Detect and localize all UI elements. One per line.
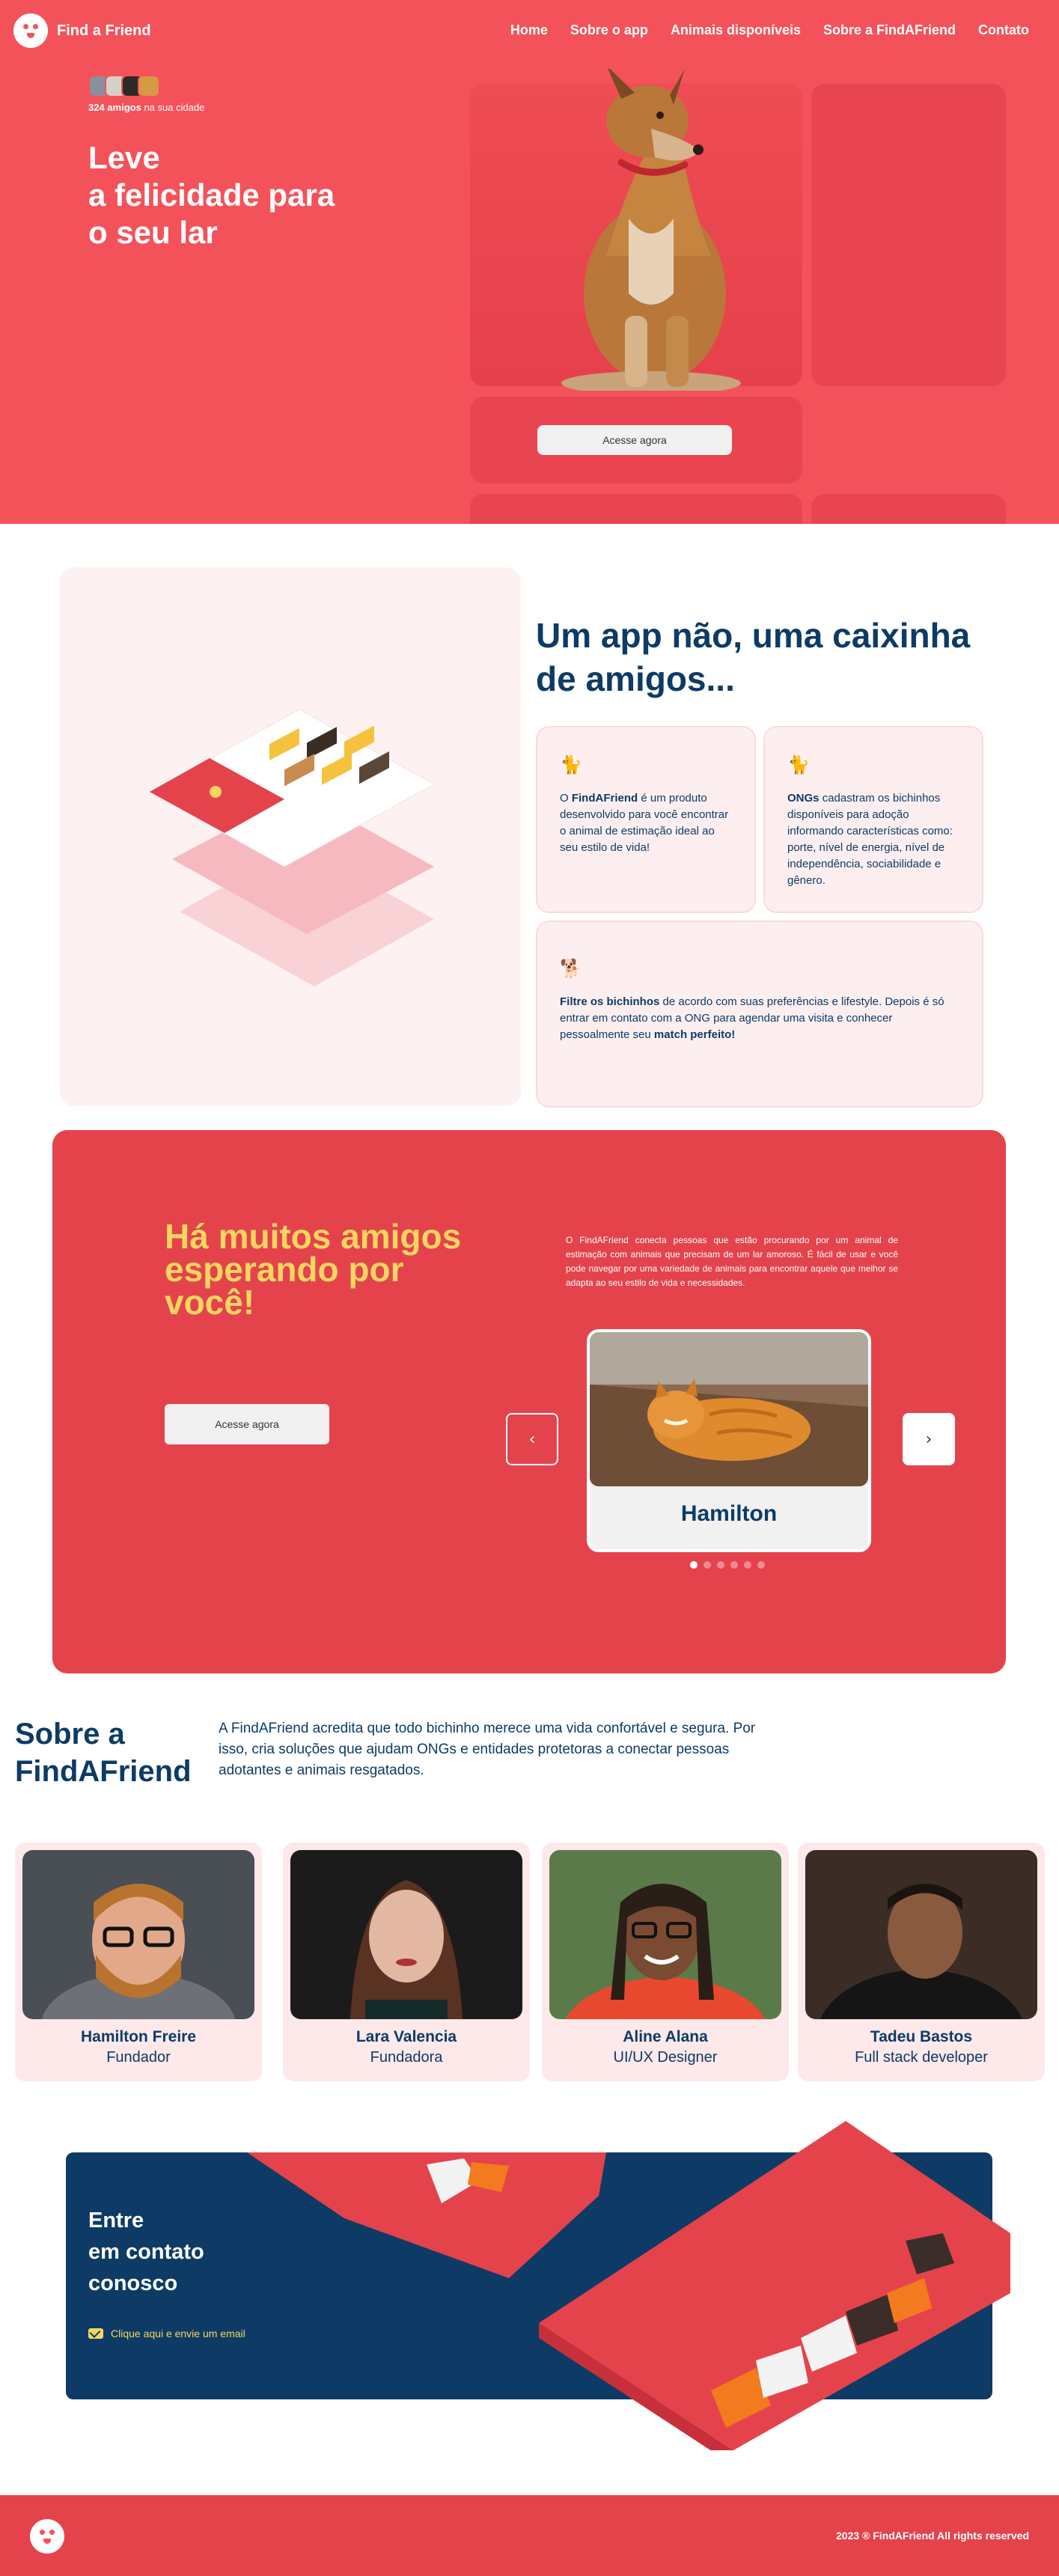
- email-contact-link[interactable]: Clique aqui e envie um email: [88, 2328, 245, 2340]
- member-name: Lara Valencia: [355, 2028, 457, 2045]
- main-nav: Home Sobre o app Animais disponíveis Sob…: [510, 22, 1029, 38]
- carousel-dot[interactable]: [690, 1561, 698, 1569]
- carousel-prev-button[interactable]: ‹: [506, 1413, 558, 1465]
- footer: 2023 ® FindAFriend All rights reserved: [0, 2495, 1059, 2576]
- info-card-ongs: 🐈 ONGs cadastram os bichinhos disponívei…: [763, 726, 983, 913]
- friends-description: O FindAFriend conecta pessoas que estão …: [566, 1235, 898, 1288]
- member-name: Tadeu Bastos: [870, 2028, 973, 2045]
- nav-sobre-findafriend[interactable]: Sobre a FindAFriend: [823, 22, 956, 38]
- team-member-card: Tadeu Bastos Full stack developer: [798, 1843, 1045, 2081]
- paw-logo-icon: [13, 13, 48, 48]
- avatar: [138, 75, 160, 97]
- cat-icon: 🐈: [560, 755, 582, 775]
- contact-title: Entre em contato conosco: [88, 2209, 204, 2295]
- member-photo: [549, 1850, 781, 2019]
- app-section-title: Um app não, uma caixinha de amigos...: [536, 616, 971, 698]
- carousel-dots: [690, 1561, 765, 1569]
- friend-avatars: [88, 75, 160, 97]
- copyright-text: 2023 ® FindAFriend All rights reserved: [836, 2530, 1029, 2542]
- hero-tile: [470, 494, 802, 524]
- nav-home[interactable]: Home: [510, 22, 548, 38]
- mail-icon: [88, 2328, 103, 2339]
- friends-access-button[interactable]: Acesse agora: [165, 1404, 329, 1444]
- member-name: Aline Alana: [623, 2028, 708, 2045]
- team-member-card: Lara Valencia Fundadora: [283, 1843, 530, 2081]
- hero-tile: [811, 494, 1006, 524]
- nav-sobre-app[interactable]: Sobre o app: [570, 22, 648, 38]
- team-member-card: Aline Alana UI/UX Designer: [542, 1843, 789, 2081]
- footer-logo[interactable]: [30, 2519, 64, 2554]
- nav-animais[interactable]: Animais disponíveis: [671, 22, 801, 38]
- member-photo: [290, 1850, 522, 2019]
- paw-logo-icon: [30, 2519, 64, 2554]
- team-member-card: Hamilton Freire Fundador: [15, 1843, 262, 2081]
- friends-count: 324 amigos na sua cidade: [88, 102, 205, 113]
- brand-logo[interactable]: Find a Friend: [13, 13, 151, 48]
- member-name: Hamilton Freire: [80, 2028, 197, 2045]
- member-role: UI/UX Designer: [613, 2049, 718, 2066]
- info-card-filter: 🐕 Filtre os bichinhos de acordo com suas…: [536, 921, 983, 1108]
- member-photo: [805, 1850, 1037, 2019]
- carousel-dot[interactable]: [744, 1561, 751, 1569]
- member-role: Full stack developer: [855, 2049, 988, 2066]
- hero-section: Find a Friend Home Sobre o app Animais d…: [0, 0, 1059, 524]
- contact-section: Entre em contato conosco Clique aqui e e…: [66, 2152, 992, 2399]
- friends-title: Há muitos amigos esperando por você!: [165, 1217, 462, 1322]
- dog-icon: 🐕: [560, 959, 582, 979]
- cat-icon: 🐈: [787, 755, 810, 775]
- member-role: Fundador: [106, 2049, 171, 2066]
- hero-access-button[interactable]: Acesse agora: [537, 425, 732, 455]
- brand-name: Find a Friend: [57, 22, 151, 39]
- pet-photo: [590, 1332, 868, 1486]
- nav-contato[interactable]: Contato: [978, 22, 1029, 38]
- dog-illustration: [561, 69, 741, 391]
- carousel-dot[interactable]: [717, 1561, 724, 1569]
- carousel-next-button[interactable]: ›: [903, 1413, 955, 1465]
- chevron-right-icon: ›: [925, 1429, 933, 1449]
- about-title: Sobre a FindAFriend: [15, 1718, 192, 1788]
- pet-name: Hamilton: [680, 1501, 778, 1526]
- chevron-left-icon: ‹: [528, 1429, 536, 1449]
- about-description: A FindAFriend acredita que todo bichinho…: [219, 1721, 756, 1778]
- carousel-dot[interactable]: [704, 1561, 711, 1569]
- hero-side-tile: [811, 84, 1006, 386]
- pet-card[interactable]: Hamilton: [587, 1329, 871, 1552]
- hero-title: Leve a felicidade para o seu lar: [88, 140, 335, 250]
- member-role: Fundadora: [370, 2049, 443, 2066]
- friends-section: Há muitos amigos esperando por você! O F…: [52, 1130, 1006, 1673]
- app-mockup-illustration: [148, 709, 436, 986]
- info-card-app: 🐈 O FindAFriend é um produto desenvolvid…: [536, 726, 756, 913]
- carousel-dot[interactable]: [730, 1561, 738, 1569]
- carousel-dot[interactable]: [757, 1561, 765, 1569]
- member-photo: [22, 1850, 254, 2019]
- app-mockup-panel: [60, 567, 521, 1106]
